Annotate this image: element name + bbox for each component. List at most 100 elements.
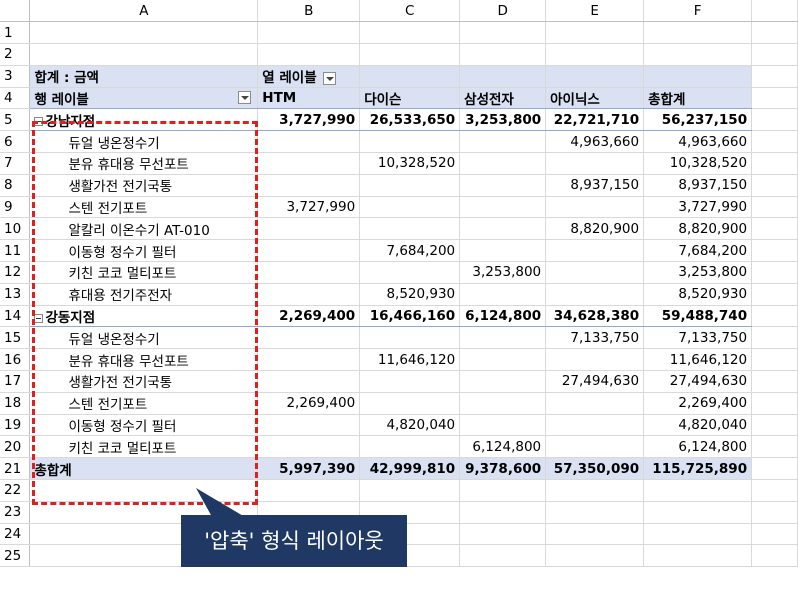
grid-cell[interactable] xyxy=(751,392,798,415)
pivot-row-label-cell[interactable]: 행 레이블 xyxy=(29,87,259,110)
grid-cell[interactable] xyxy=(751,65,798,88)
row-header[interactable]: 3 xyxy=(0,65,31,88)
grid-cell[interactable] xyxy=(751,87,798,110)
row-header[interactable]: 15 xyxy=(0,326,31,350)
item-name[interactable]: 이동형 정수기 필터 xyxy=(29,239,259,263)
item-value[interactable] xyxy=(459,326,547,350)
pivot-sum-label[interactable]: 합계 : 금액 xyxy=(29,65,259,88)
item-value[interactable] xyxy=(257,283,361,306)
grid-cell[interactable] xyxy=(751,43,798,66)
item-value[interactable]: 11,646,120 xyxy=(359,348,461,372)
grid-cell[interactable] xyxy=(751,435,798,459)
pivot-column-header[interactable]: 총합계 xyxy=(643,87,753,110)
item-value[interactable]: 4,963,660 xyxy=(643,130,753,154)
row-header[interactable]: 20 xyxy=(0,435,31,459)
row-header[interactable]: 23 xyxy=(0,501,31,524)
grid-cell[interactable] xyxy=(29,21,259,45)
item-value[interactable]: 8,937,150 xyxy=(643,174,753,197)
grid-cell[interactable] xyxy=(29,479,259,502)
grid-cell[interactable] xyxy=(751,283,798,306)
item-value[interactable]: 8,937,150 xyxy=(545,174,645,197)
grid-cell[interactable] xyxy=(257,21,361,45)
item-value[interactable]: 7,133,750 xyxy=(545,326,645,350)
item-value[interactable] xyxy=(257,239,361,263)
pivot-column-header[interactable]: HTM xyxy=(257,87,361,110)
item-value[interactable] xyxy=(257,130,361,154)
row-header[interactable]: 18 xyxy=(0,392,31,415)
item-value[interactable] xyxy=(545,414,645,437)
item-value[interactable] xyxy=(359,392,461,415)
grid-cell[interactable] xyxy=(459,501,547,524)
item-value[interactable] xyxy=(257,326,361,350)
group-total-value[interactable]: 26,533,650 xyxy=(359,108,461,132)
item-value[interactable] xyxy=(359,261,461,284)
row-header[interactable]: 9 xyxy=(0,196,31,219)
item-value[interactable] xyxy=(257,261,361,284)
group-total-value[interactable]: 56,237,150 xyxy=(643,108,753,132)
item-name[interactable]: 키친 코코 멀티포트 xyxy=(29,261,259,284)
grid-cell[interactable] xyxy=(751,130,798,154)
item-value[interactable] xyxy=(545,283,645,306)
row-header[interactable]: 13 xyxy=(0,283,31,306)
item-value[interactable] xyxy=(257,348,361,372)
row-header[interactable]: 2 xyxy=(0,43,31,66)
column-header-d[interactable]: D xyxy=(459,0,547,23)
item-value[interactable] xyxy=(257,174,361,197)
item-value[interactable]: 6,124,800 xyxy=(459,435,547,459)
item-value[interactable]: 10,328,520 xyxy=(359,152,461,175)
item-value[interactable] xyxy=(459,370,547,393)
collapse-icon[interactable] xyxy=(34,313,44,323)
item-name[interactable]: 키친 코코 멀티포트 xyxy=(29,435,259,459)
grid-cell[interactable] xyxy=(643,43,753,66)
item-value[interactable] xyxy=(359,326,461,350)
column-header-c[interactable]: C xyxy=(359,0,461,23)
grid-cell[interactable] xyxy=(29,43,259,66)
grid-cell[interactable] xyxy=(359,479,461,502)
item-value[interactable]: 3,727,990 xyxy=(643,196,753,219)
item-value[interactable]: 8,520,930 xyxy=(643,283,753,306)
item-value[interactable] xyxy=(359,130,461,154)
grid-cell[interactable] xyxy=(459,523,547,546)
row-header[interactable]: 25 xyxy=(0,544,31,568)
grid-cell[interactable] xyxy=(545,479,645,502)
group-total-value[interactable]: 34,628,380 xyxy=(545,305,645,328)
grid-cell[interactable] xyxy=(643,544,753,568)
row-filter-dropdown-icon[interactable] xyxy=(238,91,252,105)
grid-cell[interactable] xyxy=(751,544,798,568)
item-value[interactable] xyxy=(459,130,547,154)
grid-cell[interactable] xyxy=(751,370,798,393)
item-value[interactable]: 3,253,800 xyxy=(643,261,753,284)
grid-cell[interactable] xyxy=(751,326,798,350)
item-value[interactable] xyxy=(459,152,547,175)
item-name[interactable]: 이동형 정수기 필터 xyxy=(29,414,259,437)
grid-cell[interactable] xyxy=(359,21,461,45)
grid-cell[interactable] xyxy=(751,479,798,502)
item-value[interactable]: 11,646,120 xyxy=(643,348,753,372)
column-filter-dropdown-icon[interactable] xyxy=(322,71,336,85)
item-value[interactable]: 27,494,630 xyxy=(643,370,753,393)
grid-cell[interactable] xyxy=(751,152,798,175)
pivot-column-header[interactable]: 삼성전자 xyxy=(459,87,547,110)
grand-total-label[interactable]: 총합계 xyxy=(29,457,259,481)
item-value[interactable]: 8,520,930 xyxy=(359,283,461,306)
pivot-column-label-cell[interactable]: 열 레이블 xyxy=(257,65,361,88)
item-value[interactable]: 8,820,900 xyxy=(643,217,753,241)
grand-total-value[interactable]: 9,378,600 xyxy=(459,457,547,481)
grid-cell[interactable] xyxy=(751,305,798,328)
item-value[interactable] xyxy=(459,283,547,306)
grid-cell[interactable] xyxy=(751,261,798,284)
pivot-header-cell[interactable] xyxy=(545,65,645,88)
row-header[interactable]: 24 xyxy=(0,523,31,546)
item-value[interactable]: 10,328,520 xyxy=(643,152,753,175)
item-value[interactable]: 7,684,200 xyxy=(359,239,461,263)
grand-total-value[interactable]: 57,350,090 xyxy=(545,457,645,481)
grid-cell[interactable] xyxy=(257,479,361,502)
row-header[interactable]: 19 xyxy=(0,414,31,437)
item-value[interactable] xyxy=(359,217,461,241)
item-value[interactable]: 2,269,400 xyxy=(257,392,361,415)
grid-cell[interactable] xyxy=(257,43,361,66)
row-header[interactable]: 11 xyxy=(0,239,31,263)
grid-cell[interactable] xyxy=(545,501,645,524)
group-label-cell[interactable]: 강남지점 xyxy=(29,108,259,132)
group-label-cell[interactable]: 강동지점 xyxy=(29,305,259,328)
